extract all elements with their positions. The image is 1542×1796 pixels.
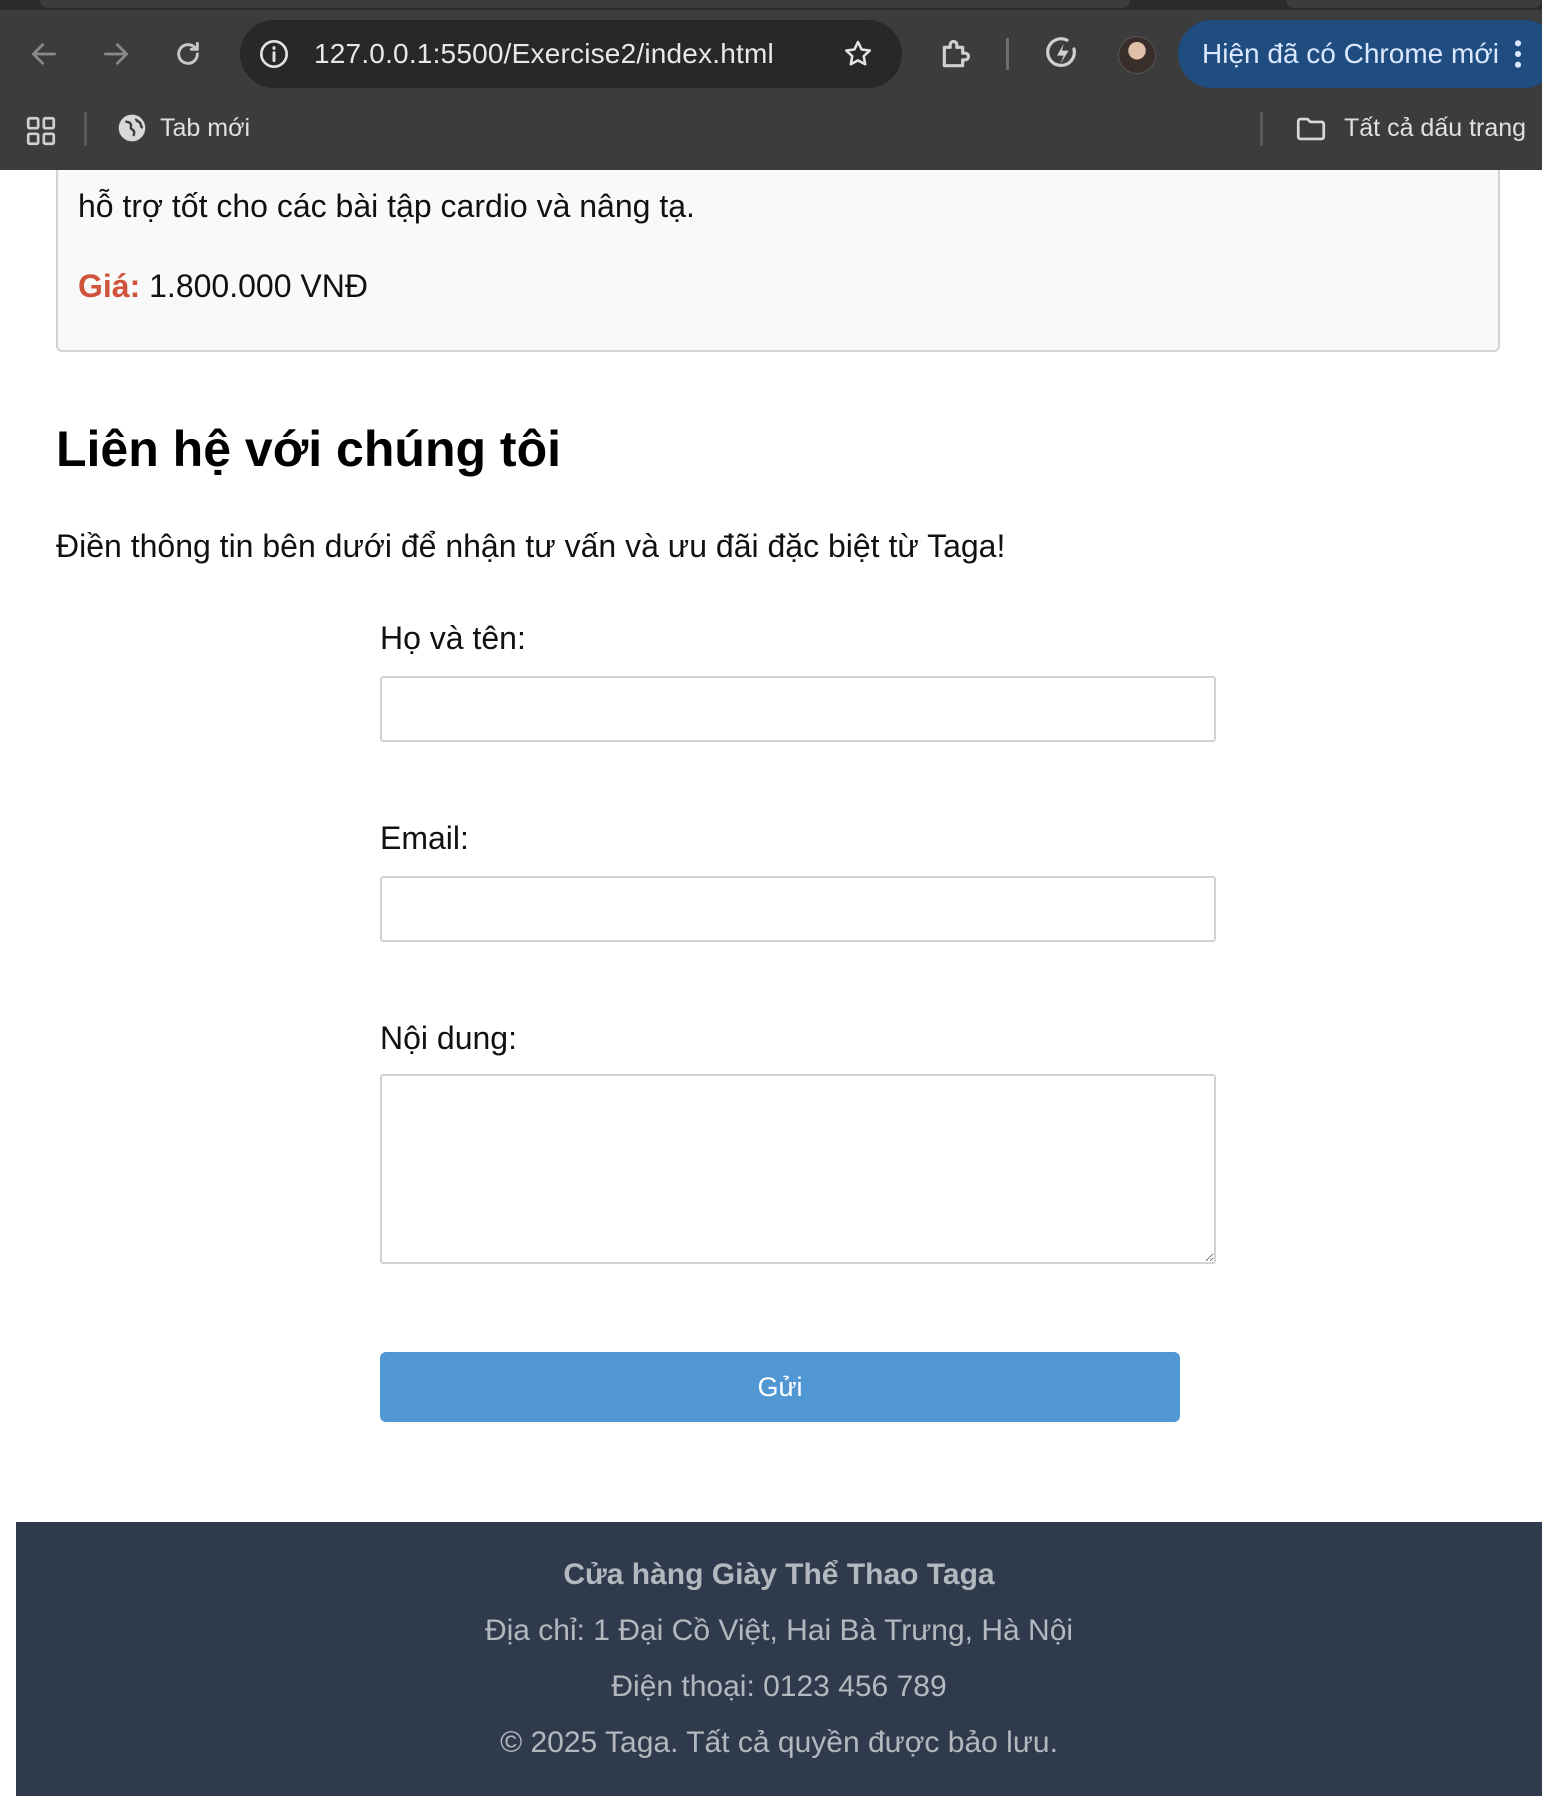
- name-label: Họ và tên:: [380, 620, 526, 656]
- bookmark-new-tab[interactable]: Tab mới: [160, 100, 250, 156]
- price-value: 1.800.000 VNĐ: [149, 268, 368, 304]
- bookmarks-divider-right: [1260, 112, 1263, 146]
- extensions-icon[interactable]: [936, 34, 976, 74]
- tab-other[interactable]: [1286, 0, 1542, 8]
- contact-title: Liên hệ với chúng tôi: [56, 421, 562, 477]
- email-label: Email:: [380, 820, 469, 856]
- price-label: Giá:: [78, 268, 141, 304]
- reload-icon: [177, 41, 199, 65]
- browser-window: hỗ trợ tốt cho các bài tập cardio và nân…: [0, 0, 1542, 1796]
- message-textarea[interactable]: [380, 1074, 1216, 1264]
- all-bookmarks-link[interactable]: Tất cả dấu trang: [1344, 100, 1526, 156]
- address-bar[interactable]: 127.0.0.1:5500/Exercise2/index.html: [240, 20, 902, 88]
- url-text[interactable]: 127.0.0.1:5500/Exercise2/index.html: [314, 20, 774, 88]
- forward-icon: [104, 43, 128, 65]
- tab-active[interactable]: [40, 0, 1130, 8]
- reload-button[interactable]: [162, 28, 214, 80]
- chrome-update-button[interactable]: Hiện đã có Chrome mới: [1178, 20, 1542, 88]
- update-notice-label: Hiện đã có Chrome mới: [1202, 38, 1499, 69]
- star-icon[interactable]: [842, 38, 874, 70]
- product-description: hỗ trợ tốt cho các bài tập cardio và nân…: [78, 188, 695, 224]
- footer-copyright: © 2025 Taga. Tất cả quyền được bảo lưu.: [500, 1726, 1058, 1759]
- footer-store-name: Cửa hàng Giày Thể Thao Taga: [563, 1558, 995, 1591]
- email-input[interactable]: [380, 876, 1216, 942]
- browser-toolbar: 127.0.0.1:5500/Exercise2/index.html Hiện…: [0, 0, 1542, 170]
- apps-icon[interactable]: [24, 114, 58, 148]
- bookmarks-divider: [84, 112, 87, 146]
- footer-phone: Điện thoại: 0123 456 789: [611, 1670, 947, 1703]
- performance-icon[interactable]: [1042, 34, 1082, 74]
- footer-address: Địa chỉ: 1 Đại Cồ Việt, Hai Bà Trưng, Hà…: [484, 1614, 1074, 1647]
- info-icon[interactable]: [258, 38, 290, 70]
- back-button[interactable]: [18, 28, 70, 80]
- footer: Cửa hàng Giày Thể Thao Taga Địa chỉ: 1 Đ…: [16, 1522, 1542, 1796]
- forward-button[interactable]: [90, 28, 142, 80]
- contact-intro: Điền thông tin bên dưới để nhận tư vấn v…: [56, 528, 1006, 564]
- product-price: Giá: 1.800.000 VNĐ: [78, 268, 368, 305]
- tab-strip: [0, 0, 1542, 10]
- submit-button[interactable]: Gửi: [380, 1352, 1180, 1422]
- globe-icon[interactable]: [116, 112, 148, 144]
- toolbar-divider: [1006, 38, 1009, 70]
- message-label: Nội dung:: [380, 1020, 517, 1056]
- folder-icon[interactable]: [1294, 112, 1328, 146]
- profile-avatar[interactable]: [1118, 36, 1156, 74]
- bookmarks-bar: Tab mới Tất cả dấu trang: [0, 100, 1542, 170]
- name-input[interactable]: [380, 676, 1216, 742]
- back-icon: [32, 43, 56, 65]
- more-menu-icon[interactable]: [1508, 38, 1528, 70]
